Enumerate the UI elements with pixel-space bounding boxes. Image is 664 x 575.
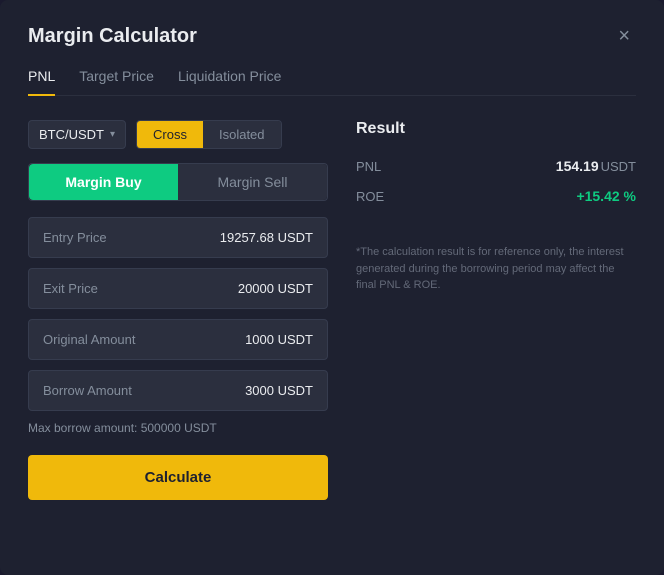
close-button[interactable]: × <box>612 24 636 48</box>
borrow-amount-label: Borrow Amount <box>43 383 132 398</box>
pair-selector[interactable]: BTC/USDT ▾ <box>28 120 126 149</box>
modal-container: Margin Calculator × PNL Target Price Liq… <box>0 0 664 575</box>
cross-button[interactable]: Cross <box>137 121 203 148</box>
borrow-amount-value: 3000 USDT <box>245 383 313 398</box>
main-content: BTC/USDT ▾ Cross Isolated Margin Buy Mar… <box>28 120 636 500</box>
max-borrow-text: Max borrow amount: 500000 USDT <box>28 421 328 435</box>
pnl-label: PNL <box>356 159 381 174</box>
isolated-button[interactable]: Isolated <box>203 121 281 148</box>
exit-price-label: Exit Price <box>43 281 98 296</box>
original-amount-label: Original Amount <box>43 332 136 347</box>
mode-buttons: Cross Isolated <box>136 120 282 149</box>
pair-value: BTC/USDT <box>39 127 104 142</box>
original-amount-field[interactable]: Original Amount 1000 USDT <box>28 319 328 360</box>
margin-buy-button[interactable]: Margin Buy <box>29 164 178 200</box>
roe-value: +15.42 % <box>576 188 636 204</box>
exit-price-field[interactable]: Exit Price 20000 USDT <box>28 268 328 309</box>
left-panel: BTC/USDT ▾ Cross Isolated Margin Buy Mar… <box>28 120 328 500</box>
roe-label: ROE <box>356 189 384 204</box>
margin-sell-button[interactable]: Margin Sell <box>178 164 327 200</box>
tab-target-price[interactable]: Target Price <box>79 68 154 96</box>
right-panel: Result PNL 154.19USDT ROE +15.42 % *The … <box>356 120 636 500</box>
tab-pnl[interactable]: PNL <box>28 68 55 96</box>
tab-liquidation-price[interactable]: Liquidation Price <box>178 68 282 96</box>
entry-price-field[interactable]: Entry Price 19257.68 USDT <box>28 217 328 258</box>
chevron-down-icon: ▾ <box>110 129 115 140</box>
calculate-button[interactable]: Calculate <box>28 455 328 500</box>
mode-row: BTC/USDT ▾ Cross Isolated <box>28 120 328 149</box>
pnl-value: 154.19USDT <box>556 158 636 174</box>
disclaimer-text: *The calculation result is for reference… <box>356 244 636 294</box>
roe-row: ROE +15.42 % <box>356 188 636 204</box>
exit-price-value: 20000 USDT <box>238 281 313 296</box>
tab-bar: PNL Target Price Liquidation Price <box>28 68 636 96</box>
buy-sell-row: Margin Buy Margin Sell <box>28 163 328 201</box>
entry-price-label: Entry Price <box>43 230 107 245</box>
borrow-amount-field[interactable]: Borrow Amount 3000 USDT <box>28 370 328 411</box>
entry-price-value: 19257.68 USDT <box>220 230 313 245</box>
modal-title: Margin Calculator <box>28 25 197 48</box>
pnl-row: PNL 154.19USDT <box>356 158 636 174</box>
original-amount-value: 1000 USDT <box>245 332 313 347</box>
result-title: Result <box>356 120 636 138</box>
modal-header: Margin Calculator × <box>28 24 636 48</box>
